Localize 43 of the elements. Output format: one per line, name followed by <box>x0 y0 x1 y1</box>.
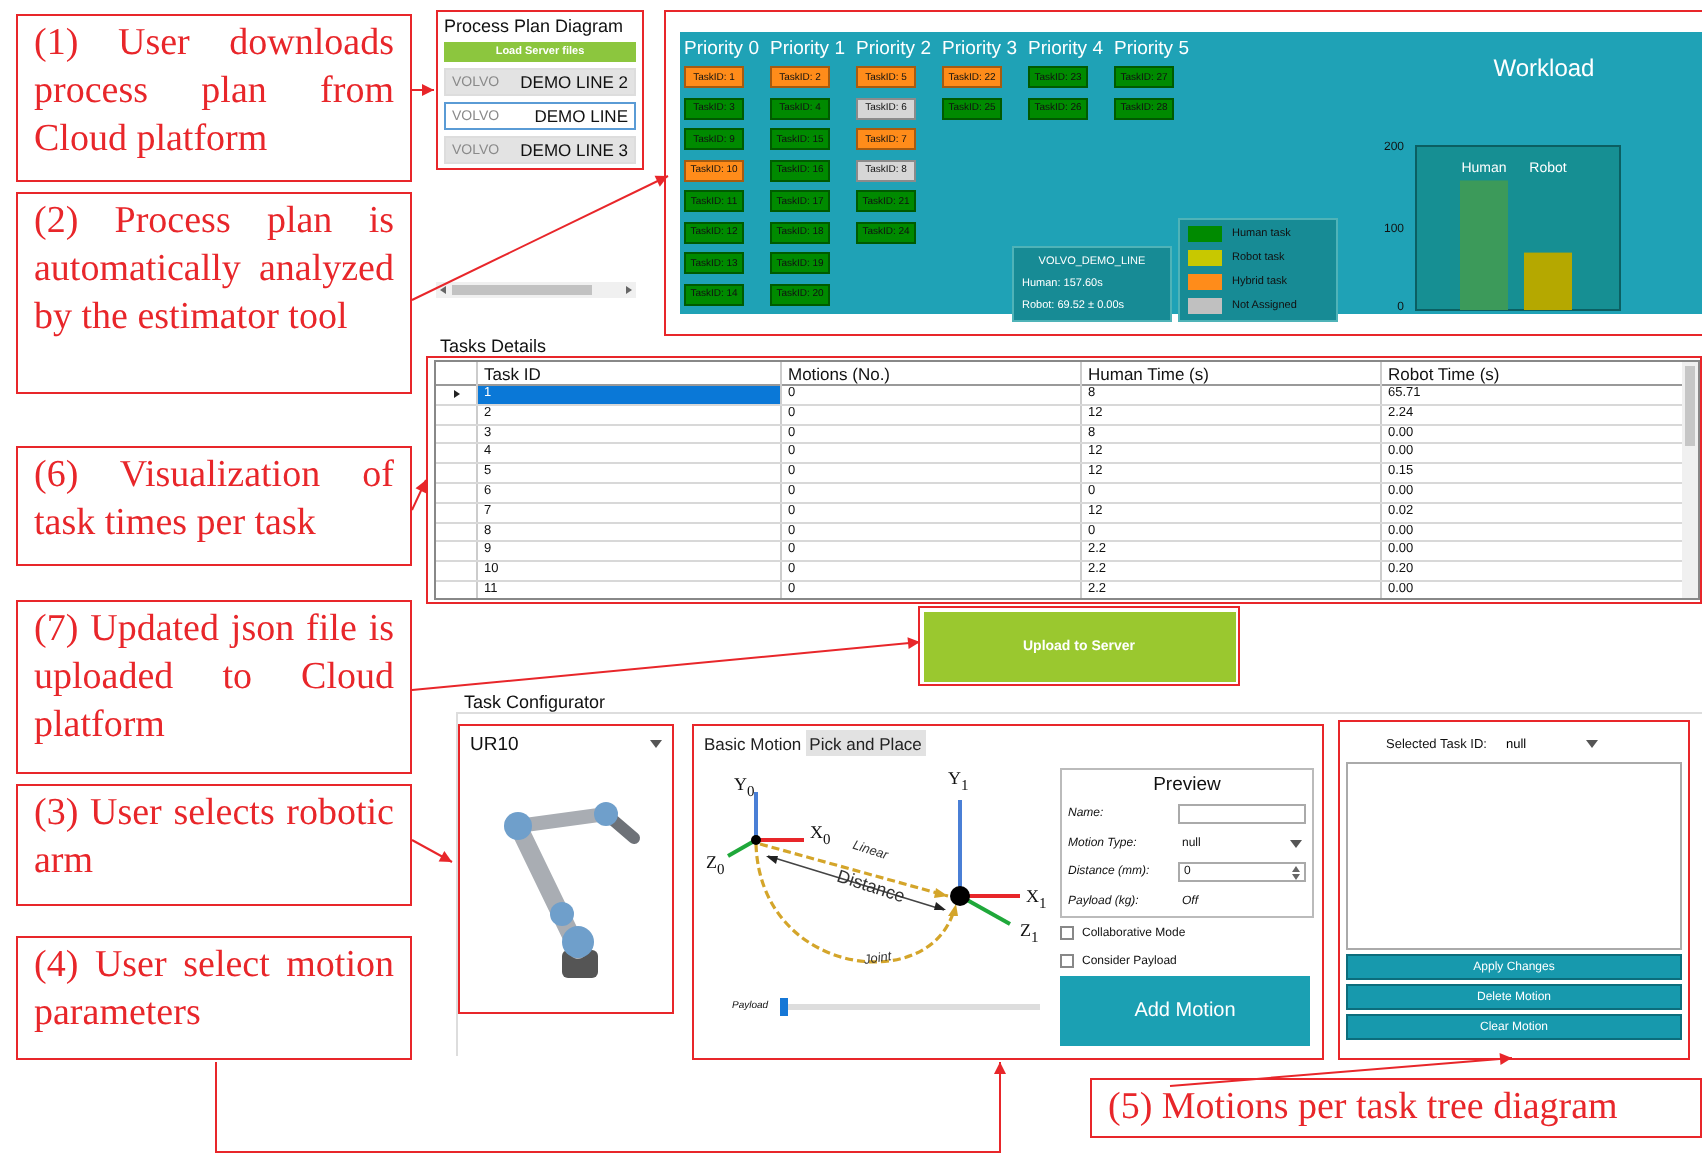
annotation-callout: (2) Process plan is automatically analyzed by the estimator tool <box>16 192 412 394</box>
annotation-callout: (5) Motions per task tree diagram <box>1090 1078 1702 1138</box>
caret-icon <box>1290 839 1302 848</box>
section-label: Tasks Details <box>440 336 549 356</box>
panel-title: Process Plan Diagram <box>444 16 626 36</box>
column-header: Motions (No.) <box>780 362 1080 386</box>
coordinate-frame <box>950 800 1020 926</box>
axis-label: X$_{1}$ <box>1026 886 1047 912</box>
axis-label: X$_{0}$ <box>810 822 831 848</box>
annotation-callout: (3) User selects robotic arm <box>16 784 412 906</box>
priority-header: Priority 0 <box>684 38 761 64</box>
chart-title: Workload <box>1493 54 1595 82</box>
spinner-arrows-icon <box>1292 865 1300 880</box>
item-label: DEMO LINE 2 <box>520 72 628 92</box>
coordinate-frame <box>727 792 804 858</box>
slider-thumb[interactable] <box>780 997 789 1015</box>
axis-label: Z$_{0}$ <box>706 852 725 878</box>
chart-bar <box>1459 180 1507 310</box>
axis-label: Z$_{1}$ <box>1020 920 1039 946</box>
item-label: DEMO LINE <box>534 106 628 126</box>
annotation-callout: (7) Updated json file is uploaded to Cloud platform <box>16 600 412 774</box>
section-label: Task Configurator <box>464 692 608 712</box>
column-header: Human Time (s) <box>1080 362 1380 386</box>
axis-label: Y$_{0}$ <box>734 774 755 800</box>
caret-icon <box>650 740 662 748</box>
tab[interactable]: Pick and Place <box>805 730 926 756</box>
priority-header: Priority 3 <box>942 38 1019 64</box>
annotation-callout: (1) User downloads process plan from Cloud platform <box>16 14 412 182</box>
name-input-field[interactable] <box>1178 804 1306 825</box>
caret-icon <box>1586 740 1599 748</box>
preview-title: Preview <box>1151 774 1223 800</box>
priority-header: Priority 1 <box>770 38 847 64</box>
annotation-callout: (4) User select motion parameters <box>16 936 412 1060</box>
axis-label: Y$_{1}$ <box>948 768 969 794</box>
chart-bar <box>1523 252 1571 310</box>
priority-header: Priority 5 <box>1114 38 1191 64</box>
annotation-callout: (6) Visualization of task times per task <box>16 446 412 566</box>
row-pointer-icon <box>453 390 459 399</box>
dropdown-value: UR10 <box>470 733 519 755</box>
priority-header: Priority 2 <box>856 38 933 64</box>
priority-header: Priority 4 <box>1028 38 1105 64</box>
callout-arrow <box>411 839 453 863</box>
item-label: DEMO LINE 3 <box>520 140 628 160</box>
